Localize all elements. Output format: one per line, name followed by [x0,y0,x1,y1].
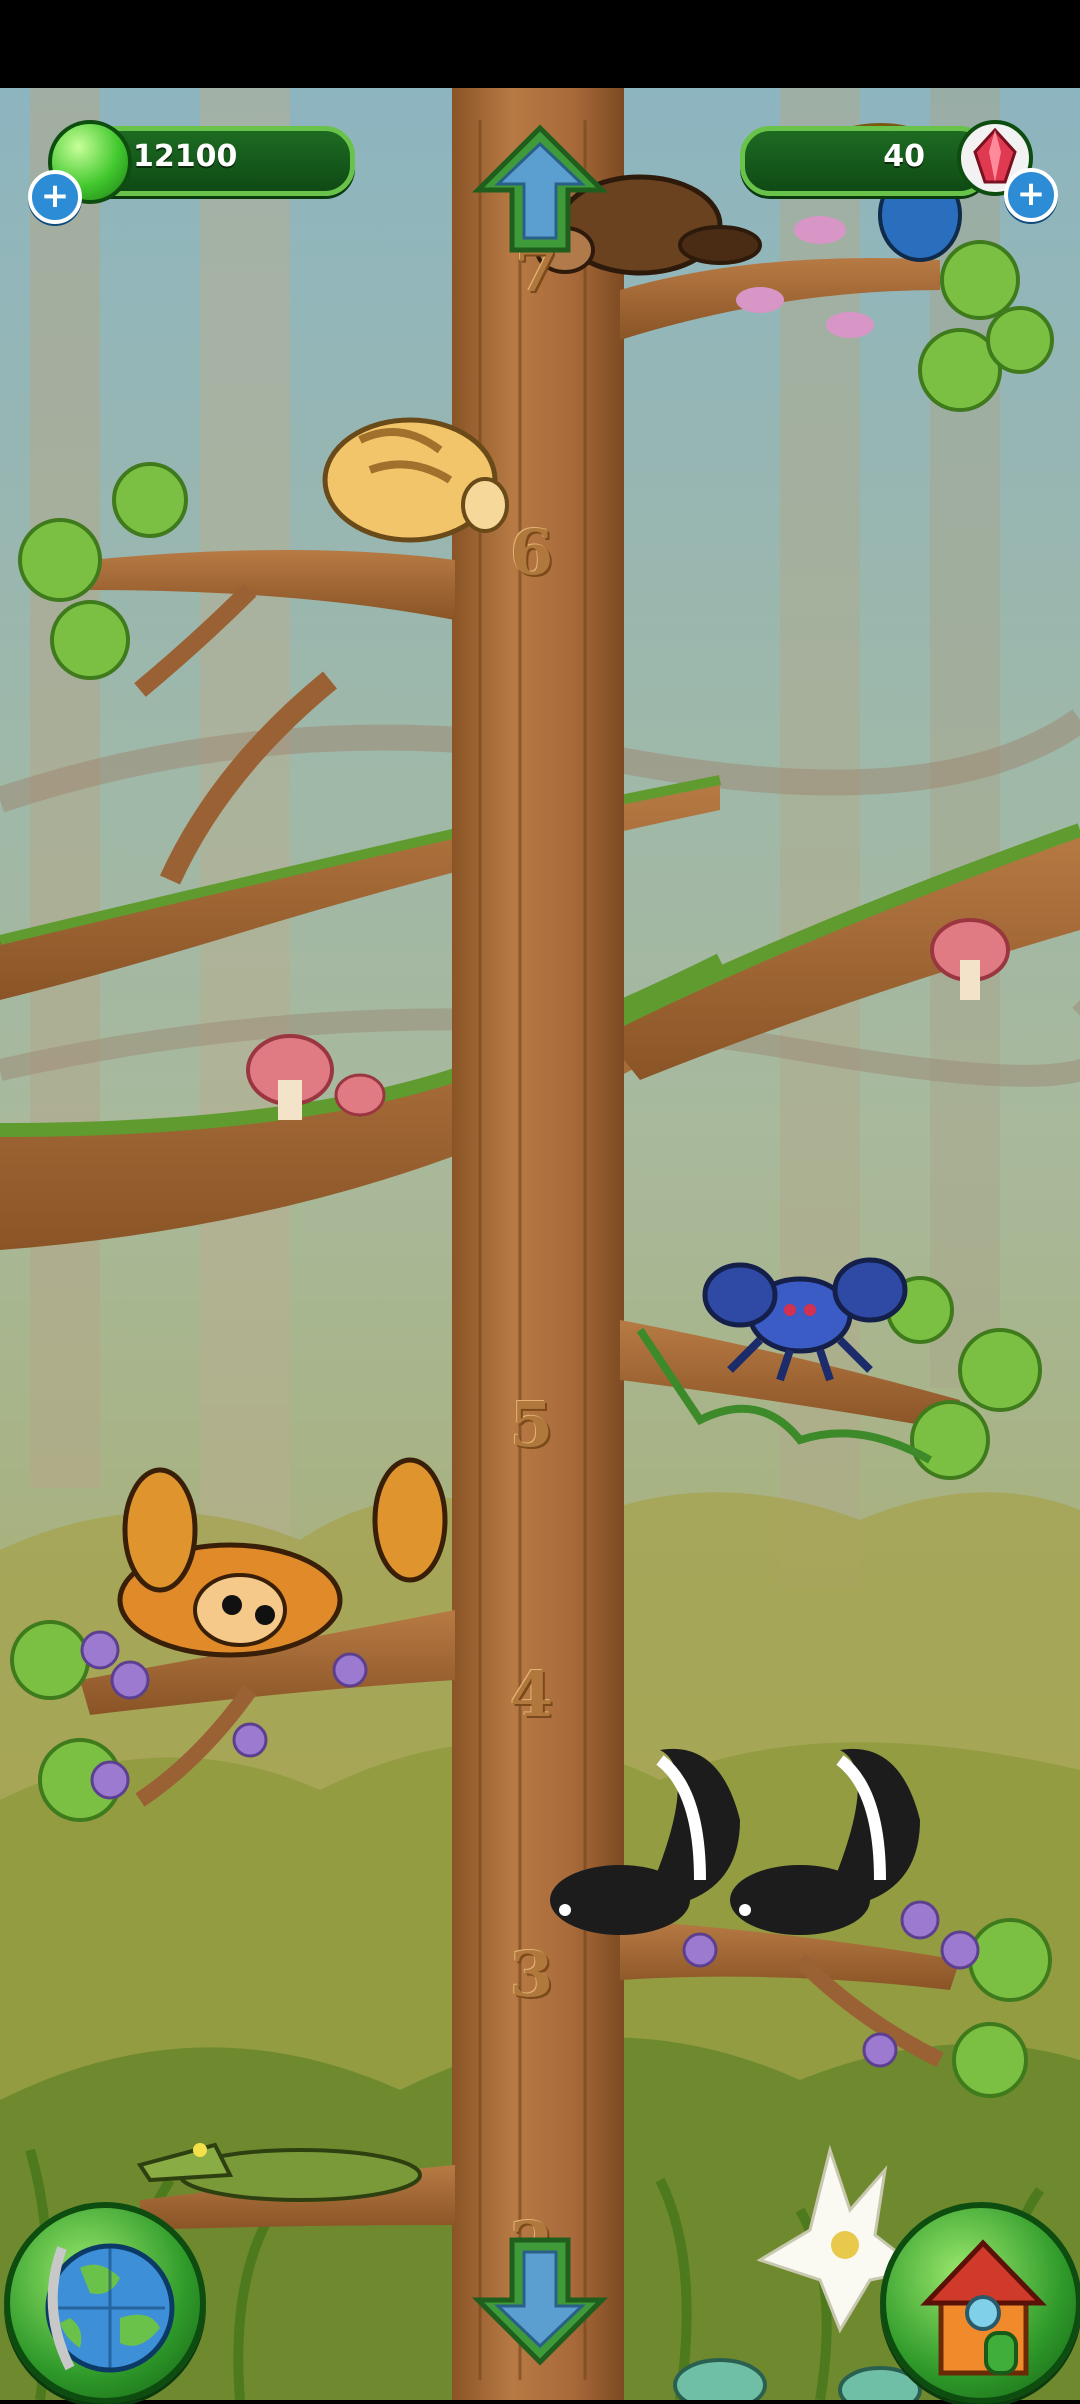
floor-number-5: 5 [510,1388,554,1461]
house-icon [920,2239,1047,2376]
arrow-up-icon [471,124,609,253]
coin-amount: 12100 [133,139,238,174]
home-button[interactable] [880,2202,1080,2404]
alligator-character [136,2142,422,2202]
animal-characters [117,123,962,2400]
status-bar [0,0,1080,88]
arrow-down-icon [471,2237,609,2366]
floor-up-button[interactable] [470,120,610,260]
world-map-button[interactable] [4,2202,206,2404]
add-coins-button[interactable]: + [28,170,82,224]
floor-number-4: 4 [510,1658,554,1731]
add-gems-button[interactable]: + [1004,168,1058,222]
plus-icon: + [40,176,70,216]
floor-down-button[interactable] [470,2230,610,2370]
skunk-character [550,1748,920,1935]
spider-character [702,1257,908,1382]
hamster-character [322,417,509,543]
floor-number-3: 3 [510,1938,554,2011]
tanuki-character [117,1457,448,1658]
game-scene: 7 6 5 4 3 2 [0,88,1080,2400]
plus-icon: + [1016,174,1046,214]
globe-icon [45,2243,175,2373]
gem-counter: 40 [740,126,990,196]
gem-amount: 40 [883,139,925,174]
floor-number-6: 6 [510,516,554,589]
